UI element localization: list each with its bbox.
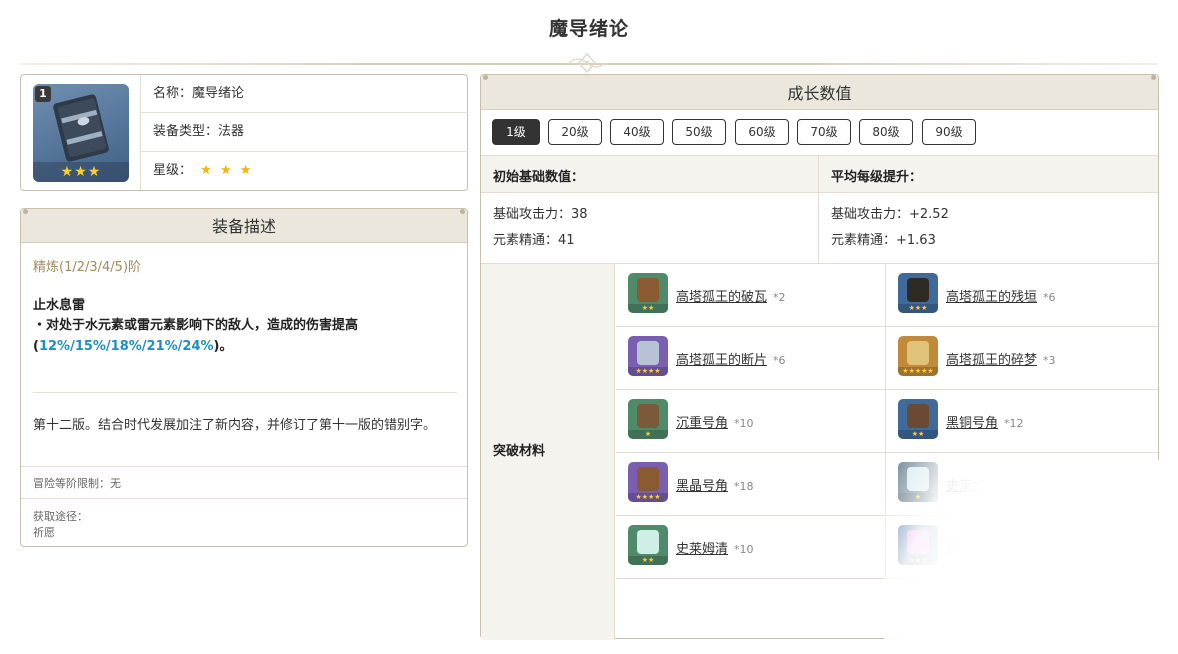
ruin-fragment-icon: ★★★ (898, 273, 938, 313)
obtain-label: 获取途径： (33, 510, 88, 523)
heavy-horn-icon: ★ (628, 399, 668, 439)
level-badge: 1 (35, 86, 51, 102)
star-icon: ★ (200, 162, 212, 178)
material-count: *18 (734, 480, 754, 493)
refinement-label: 精炼(1/2/3/4/5)阶 (33, 260, 142, 275)
material-name-link[interactable]: 沉重号角 *10 (676, 412, 754, 431)
material-item[interactable]: ★★★★ 高塔孤王的断片 *6 (616, 327, 886, 390)
weapon-type: 装备类型：法器 (141, 113, 468, 152)
level-button-50[interactable]: 50级 (672, 119, 726, 145)
material-count: *6 (1043, 291, 1056, 304)
material-rarity: ★★★★★ (898, 367, 938, 376)
adventure-rank-limit: 冒险等阶限制：无 (21, 466, 467, 499)
image-rarity-stars: ★★★ (33, 162, 129, 182)
material-rarity: ★★ (628, 556, 668, 565)
obtain-value: 祈愿 (33, 526, 55, 539)
material-item[interactable]: ★★ 史莱姆清 *10 (616, 516, 886, 579)
material-name-link[interactable]: 黑晶号角 *18 (676, 475, 754, 494)
material-count: *2 (773, 291, 786, 304)
material-item[interactable]: ★★ 高塔孤王的破瓦 *2 (616, 264, 886, 327)
description-heading: 装备描述 (21, 209, 467, 243)
material-item[interactable]: ★★ 黑铜号角 *12 (886, 390, 1158, 453)
page-title: 魔导绪论 (548, 18, 629, 40)
material-name-link[interactable]: 黑铜号角 *12 (946, 412, 1024, 431)
fade-overlay (884, 460, 1178, 654)
material-name-link[interactable]: 高塔孤王的碎梦 *3 (946, 349, 1056, 368)
weapon-info-rows: 名称：魔导绪论 装备类型：法器 星级： ★ ★ ★ (140, 75, 468, 190)
shard-icon: ★★★★ (628, 336, 668, 376)
materials-label: 突破材料 (481, 264, 615, 640)
material-rarity: ★★ (628, 304, 668, 313)
weapon-image: 1 ★★★ (33, 84, 129, 182)
per-level-header: 平均每级提升： (831, 170, 923, 185)
material-name-link[interactable]: 高塔孤王的残垣 *6 (946, 286, 1056, 305)
passive-description: ・对处于水元素或雷元素影响下的敌人，造成的伤害提高(12%/15%/18%/21… (33, 318, 359, 354)
slime-secretions-icon: ★★ (628, 525, 668, 565)
black-bronze-horn-icon: ★★ (898, 399, 938, 439)
material-rarity: ★★★ (898, 304, 938, 313)
refinement-values: 12%/15%/18%/21%/24% (38, 339, 214, 354)
star-icon: ★ (239, 162, 252, 178)
base-atk: 基础攻击力：38 (493, 207, 588, 222)
per-level-atk: 基础攻击力：+2.52 (831, 207, 949, 222)
divider (33, 392, 457, 393)
level-button-80[interactable]: 80级 (859, 119, 913, 145)
level-button-90[interactable]: 90级 (922, 119, 976, 145)
base-em: 元素精通：41 (493, 233, 575, 248)
level-button-40[interactable]: 40级 (610, 119, 664, 145)
material-rarity: ★★★★ (628, 367, 668, 376)
stats-values: 基础攻击力：38 元素精通：41 基础攻击力：+2.52 元素精通：+1.63 (481, 193, 1158, 263)
broken-tile-icon: ★★ (628, 273, 668, 313)
material-item[interactable]: ★★★★★ 高塔孤王的碎梦 *3 (886, 327, 1158, 390)
per-level-em: 元素精通：+1.63 (831, 233, 936, 248)
level-button-1[interactable]: 1级 (492, 119, 540, 145)
level-button-70[interactable]: 70级 (797, 119, 851, 145)
obtain-method: 获取途径： 祈愿 (33, 509, 88, 541)
weapon-name: 名称：魔导绪论 (141, 75, 468, 114)
material-item[interactable]: ★★★ 高塔孤王的残垣 *6 (886, 264, 1158, 327)
material-item[interactable]: ★ 沉重号角 *10 (616, 390, 886, 453)
growth-heading: 成长数值 (481, 75, 1158, 110)
material-count: *10 (734, 543, 754, 556)
material-count: *6 (773, 354, 786, 367)
rarity-label: 星级： (153, 162, 193, 178)
weapon-info-panel: 1 ★★★ 名称：魔导绪论 装备类型：法器 星级： ★ ★ ★ (20, 74, 468, 191)
weapon-rarity: 星级： ★ ★ ★ (141, 152, 468, 190)
stats-header-row: 初始基础数值： 平均每级提升： (481, 155, 1158, 193)
equipment-description-panel: 装备描述 精炼(1/2/3/4/5)阶 止水息雷 ・对处于水元素或雷元素影响下的… (20, 208, 468, 547)
ornament-icon (568, 52, 606, 74)
material-item[interactable]: ★★★★ 黑晶号角 *18 (616, 453, 886, 516)
base-stats-header: 初始基础数值： (493, 170, 585, 185)
material-name-link[interactable]: 史莱姆清 *10 (676, 538, 754, 557)
level-button-60[interactable]: 60级 (735, 119, 789, 145)
star-icon: ★ (219, 162, 232, 178)
material-name-link[interactable]: 高塔孤王的断片 *6 (676, 349, 786, 368)
black-crystal-horn-icon: ★★★★ (628, 462, 668, 502)
material-count: *12 (1004, 417, 1024, 430)
lore-text: 第十二版。结合时代发展加注了新内容，并修订了第十一版的错别字。 (33, 418, 437, 433)
material-rarity: ★★ (898, 430, 938, 439)
material-count: *3 (1043, 354, 1056, 367)
shattered-dream-icon: ★★★★★ (898, 336, 938, 376)
material-count: *10 (734, 417, 754, 430)
level-button-20[interactable]: 20级 (548, 119, 602, 145)
material-rarity: ★ (628, 430, 668, 439)
material-rarity: ★★★★ (628, 493, 668, 502)
material-name-link[interactable]: 高塔孤王的破瓦 *2 (676, 286, 786, 305)
passive-name: 止水息雷 (33, 298, 86, 313)
